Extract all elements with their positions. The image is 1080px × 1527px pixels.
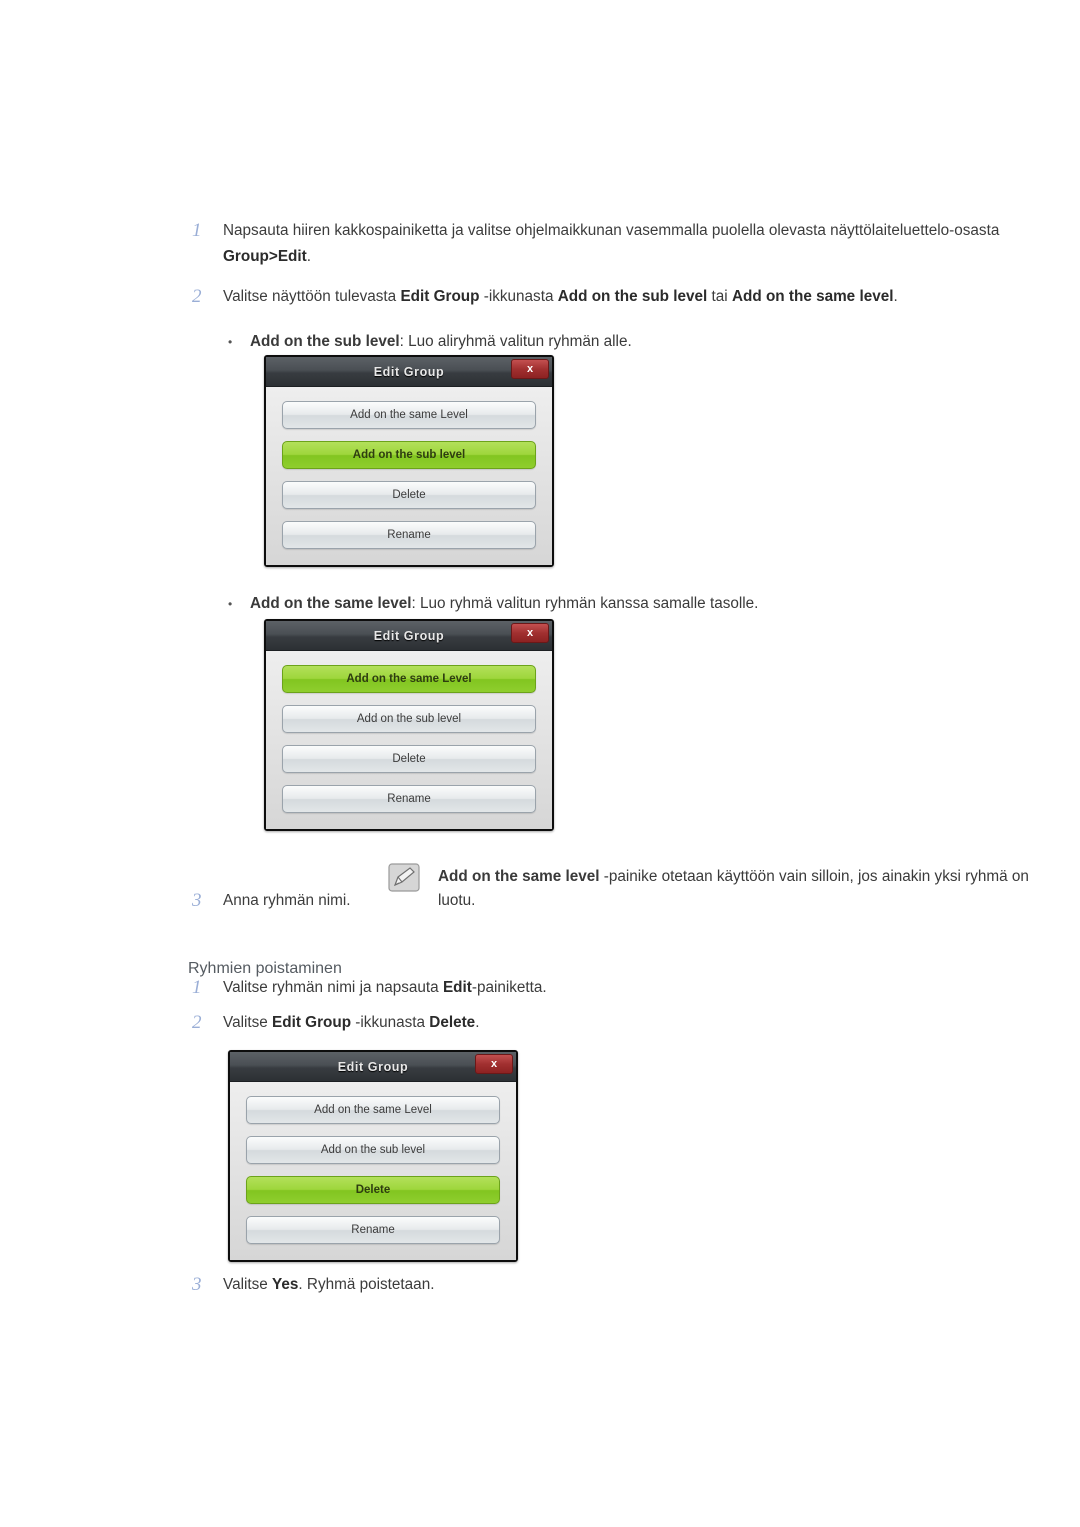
add-on-same-level-button[interactable]: Add on the same Level (246, 1096, 500, 1124)
edit-group-dialog-same-level[interactable]: Edit Group x Add on the same Level Add o… (264, 619, 554, 831)
rename-button[interactable]: Rename (282, 521, 536, 549)
bullet-dot-icon: • (228, 335, 233, 349)
close-icon[interactable]: x (475, 1054, 513, 1074)
bullet-item: • Add on the sub level: Luo aliryhmä val… (224, 330, 1018, 354)
dialog-body: Add on the same Level Add on the sub lev… (266, 651, 552, 829)
edit-group-dialog-delete[interactable]: Edit Group x Add on the same Level Add o… (228, 1050, 518, 1262)
step-text: Valitse näyttöön tulevasta Edit Group -i… (223, 288, 898, 305)
rename-button[interactable]: Rename (246, 1216, 500, 1244)
bullet-dot-icon: • (228, 597, 233, 611)
step-text: Valitse Edit Group -ikkunasta Delete. (223, 1014, 480, 1031)
step-number: 3 (192, 890, 202, 911)
step-item: 2 Valitse Edit Group -ikkunasta Delete. (188, 1010, 1018, 1036)
step-text: Valitse ryhmän nimi ja napsauta Edit-pai… (223, 979, 547, 996)
step-item: 2 Valitse näyttöön tulevasta Edit Group … (188, 284, 1018, 310)
delete-button[interactable]: Delete (246, 1176, 500, 1204)
step-item: 3 Anna ryhmän nimi. (188, 888, 1018, 914)
bullet-text: Add on the sub level: Luo aliryhmä valit… (250, 333, 632, 350)
dialog-body: Add on the same Level Add on the sub lev… (266, 387, 552, 565)
step-text: Valitse Yes. Ryhmä poistetaan. (223, 1276, 435, 1293)
step-item: 3 Valitse Yes. Ryhmä poistetaan. (188, 1272, 1018, 1298)
dialog-body: Add on the same Level Add on the sub lev… (230, 1082, 516, 1260)
add-on-sub-level-button[interactable]: Add on the sub level (282, 705, 536, 733)
dialog-title: Edit Group (373, 628, 445, 643)
bullet-text: Add on the same level: Luo ryhmä valitun… (250, 595, 759, 612)
step-number: 1 (192, 220, 202, 241)
add-on-sub-level-button[interactable]: Add on the sub level (246, 1136, 500, 1164)
edit-group-dialog-sub-level[interactable]: Edit Group x Add on the same Level Add o… (264, 355, 554, 567)
add-on-same-level-button[interactable]: Add on the same Level (282, 665, 536, 693)
delete-button[interactable]: Delete (282, 745, 536, 773)
step-number: 3 (192, 1274, 202, 1295)
step-item: 1 Napsauta hiiren kakkospainiketta ja va… (188, 218, 1018, 270)
step-text: Napsauta hiiren kakkospainiketta ja vali… (223, 222, 1000, 265)
step-number: 1 (192, 977, 202, 998)
step-number: 2 (192, 286, 202, 307)
dialog-title: Edit Group (337, 1059, 409, 1074)
dialog-title-bar: Edit Group x (266, 357, 552, 387)
step-number: 2 (192, 1012, 202, 1033)
delete-button[interactable]: Delete (282, 481, 536, 509)
rename-button[interactable]: Rename (282, 785, 536, 813)
add-on-same-level-button[interactable]: Add on the same Level (282, 401, 536, 429)
close-icon[interactable]: x (511, 623, 549, 643)
document-page: 1 Napsauta hiiren kakkospainiketta ja va… (0, 0, 1080, 1527)
dialog-title-bar: Edit Group x (230, 1052, 516, 1082)
close-icon[interactable]: x (511, 359, 549, 379)
step-text: Anna ryhmän nimi. (223, 892, 351, 909)
step-item: 1 Valitse ryhmän nimi ja napsauta Edit-p… (188, 975, 1018, 1001)
bullet-item: • Add on the same level: Luo ryhmä valit… (224, 592, 1018, 616)
dialog-title-bar: Edit Group x (266, 621, 552, 651)
dialog-title: Edit Group (373, 364, 445, 379)
add-on-sub-level-button[interactable]: Add on the sub level (282, 441, 536, 469)
